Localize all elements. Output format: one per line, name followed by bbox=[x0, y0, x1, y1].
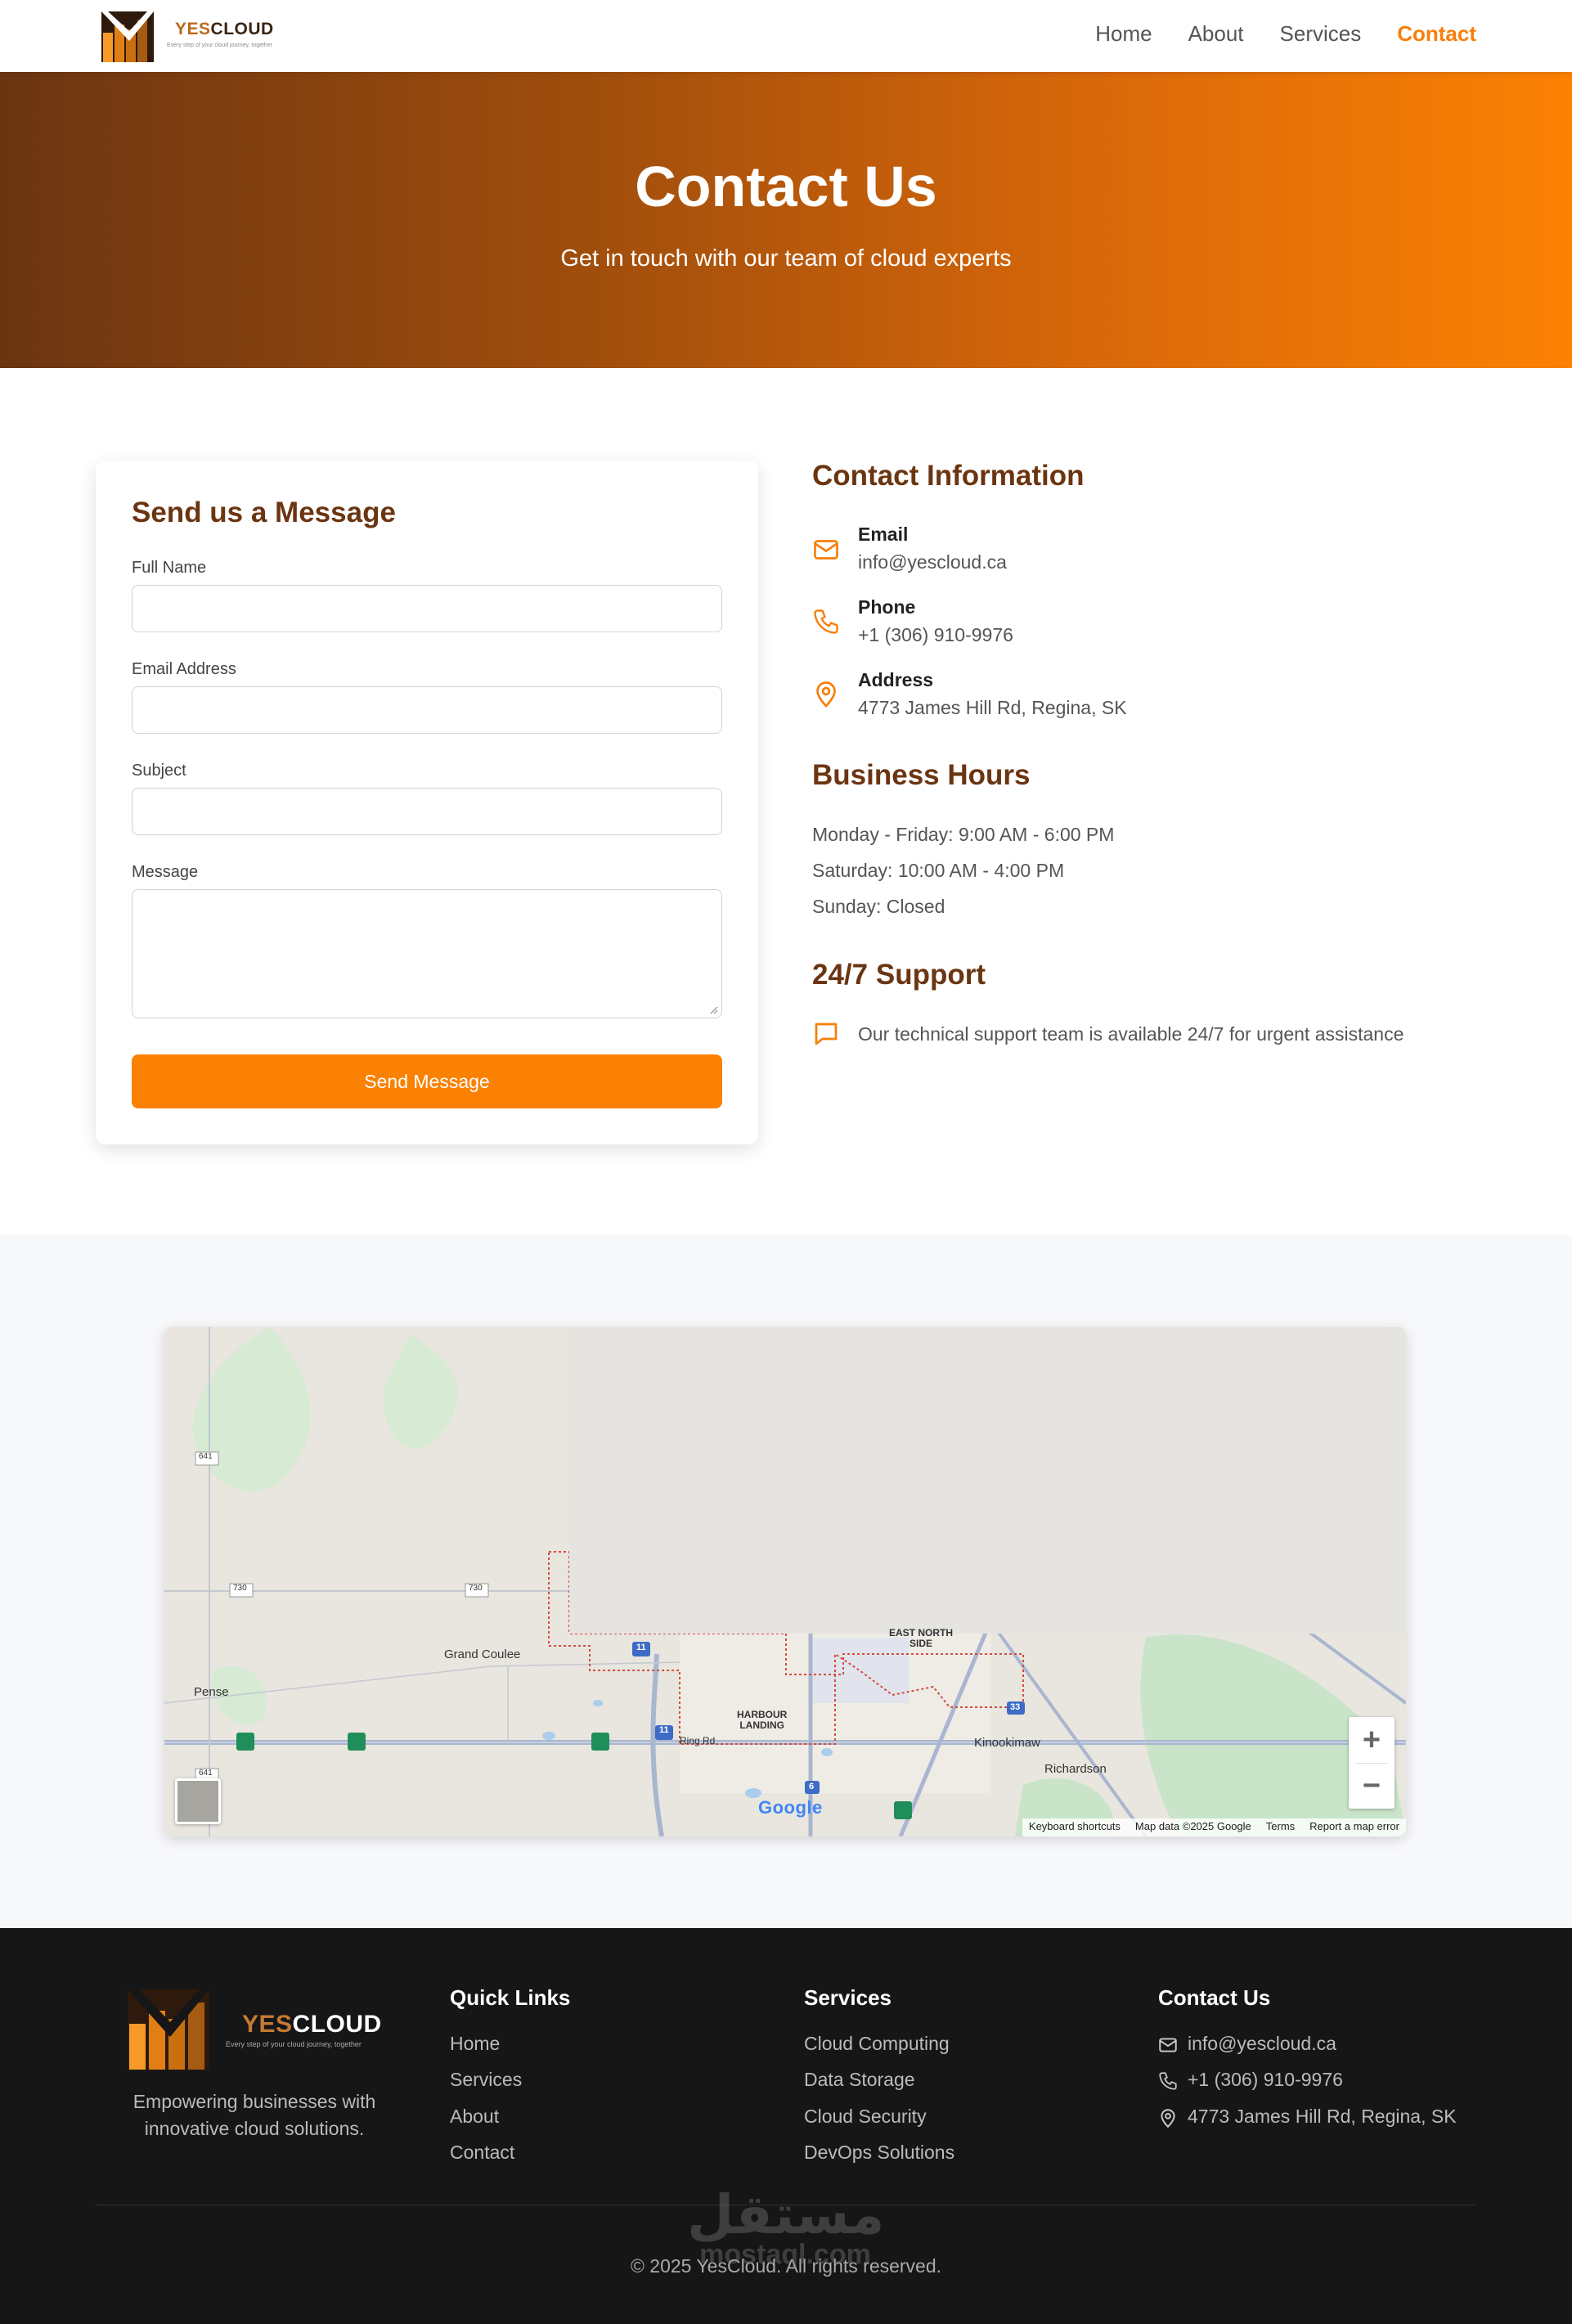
map-attribution: Keyboard shortcuts Map data ©2025 Google… bbox=[1022, 1818, 1406, 1836]
footer-link-services[interactable]: Services bbox=[450, 2069, 522, 2091]
footer-link-about[interactable]: About bbox=[450, 2106, 499, 2128]
nav-link-home[interactable]: Home bbox=[1095, 21, 1152, 47]
mail-icon bbox=[814, 540, 838, 560]
hours-saturday: Saturday: 10:00 AM - 4:00 PM bbox=[812, 860, 1065, 881]
phone-icon bbox=[1159, 2072, 1177, 2090]
full-name-input[interactable] bbox=[132, 585, 722, 632]
place-label-east-north-side: EAST NORTH SIDE bbox=[889, 1627, 953, 1649]
quick-links-heading: Quick Links bbox=[450, 1985, 571, 2010]
footer-service-cloud-computing[interactable]: Cloud Computing bbox=[804, 2033, 950, 2055]
message-textarea[interactable] bbox=[132, 889, 722, 1018]
terms-link[interactable]: Terms bbox=[1266, 1820, 1295, 1835]
zoom-in-button[interactable]: + bbox=[1349, 1717, 1395, 1763]
map-data-credit: Map data ©2025 Google bbox=[1134, 1820, 1251, 1832]
zoom-controls: + − bbox=[1349, 1717, 1395, 1809]
footer-service-data-storage[interactable]: Data Storage bbox=[804, 2069, 915, 2091]
footer-email[interactable]: info@yescloud.ca bbox=[1188, 2033, 1336, 2055]
services-heading: Services bbox=[804, 1985, 892, 2010]
phone-title: Phone bbox=[858, 596, 916, 618]
mostaql-watermark: مستقل mostaql.com bbox=[687, 2183, 885, 2270]
logo-mark-icon bbox=[128, 1989, 209, 2070]
place-label-richardson: Richardson bbox=[1044, 1762, 1107, 1776]
chat-icon bbox=[815, 1023, 838, 1045]
map-layer-toggle[interactable] bbox=[175, 1778, 221, 1824]
brand-wordmark: YESCLOUD bbox=[175, 20, 274, 38]
route-label: 11 bbox=[659, 1725, 669, 1735]
subject-input[interactable] bbox=[132, 788, 722, 835]
nav-link-services[interactable]: Services bbox=[1280, 21, 1362, 47]
footer-phone[interactable]: +1 (306) 910-9976 bbox=[1188, 2069, 1343, 2091]
map-loading-tile bbox=[569, 1327, 1406, 1634]
site-footer: YESCLOUD Every step of your cloud journe… bbox=[0, 1928, 1572, 2324]
footer-tagline: Empowering businesses with innovative cl… bbox=[132, 2091, 376, 2139]
watermark-latin: mostaql.com bbox=[699, 2239, 871, 2270]
message-label: Message bbox=[132, 863, 199, 881]
form-heading: Send us a Message bbox=[132, 497, 396, 528]
contact-info-heading: Contact Information bbox=[812, 460, 1085, 492]
email-input[interactable] bbox=[132, 686, 722, 734]
footer-link-home[interactable]: Home bbox=[450, 2033, 500, 2055]
support-heading: 24/7 Support bbox=[812, 959, 986, 991]
road-label-ring-rd: Ring Rd bbox=[680, 1735, 716, 1746]
google-logo-text: Google bbox=[758, 1797, 823, 1818]
map-pin-icon bbox=[816, 681, 836, 708]
address-title: Address bbox=[858, 669, 934, 690]
footer-brand-tagline: Every step of your cloud journey, togeth… bbox=[226, 2040, 362, 2048]
hero-banner: Contact Us Get in touch with our team of… bbox=[0, 72, 1572, 368]
report-map-error-link[interactable]: Report a map error bbox=[1309, 1820, 1399, 1835]
mail-icon bbox=[1159, 2038, 1177, 2052]
place-label-grand-coulee: Grand Coulee bbox=[444, 1647, 521, 1661]
nav-link-contact[interactable]: Contact bbox=[1397, 21, 1476, 47]
map-pin-icon bbox=[1161, 2109, 1175, 2128]
contact-form-card: Send us a Message Full Name Email Addres… bbox=[96, 461, 758, 1144]
place-label-harbour-landing: HARBOUR LANDING bbox=[737, 1709, 788, 1731]
phone-value[interactable]: +1 (306) 910-9976 bbox=[858, 624, 1013, 646]
business-hours-heading: Business Hours bbox=[812, 759, 1031, 791]
phone-icon bbox=[814, 609, 838, 634]
footer-address: 4773 James Hill Rd, Regina, SK bbox=[1188, 2106, 1457, 2127]
place-label-kinookimaw: Kinookimaw bbox=[974, 1736, 1040, 1750]
nav-links: Home About Services Contact bbox=[1095, 21, 1476, 47]
email-title: Email bbox=[858, 524, 909, 545]
route-label: 6 bbox=[809, 1782, 815, 1791]
route-label: 641 bbox=[199, 1452, 213, 1461]
route-label: 730 bbox=[233, 1584, 247, 1593]
watermark-arabic: مستقل bbox=[687, 2183, 885, 2246]
footer-service-cloud-security[interactable]: Cloud Security bbox=[804, 2106, 927, 2128]
keyboard-shortcuts-link[interactable]: Keyboard shortcuts bbox=[1029, 1820, 1121, 1835]
hours-weekdays: Monday - Friday: 9:00 AM - 6:00 PM bbox=[812, 824, 1115, 845]
footer-logo[interactable]: YESCLOUD Every step of your cloud journe… bbox=[124, 1986, 386, 2076]
footer-service-devops[interactable]: DevOps Solutions bbox=[804, 2142, 954, 2164]
footer-wordmark: YESCLOUD bbox=[242, 2011, 382, 2038]
location-map[interactable]: 641 730 730 11 11 6 33 641 Grand Coulee … bbox=[164, 1327, 1406, 1836]
brand-logo[interactable]: YESCLOUD Every step of your cloud journe… bbox=[100, 8, 280, 64]
subject-label: Subject bbox=[132, 762, 186, 780]
page-title: Contact Us bbox=[635, 155, 937, 218]
address-value: 4773 James Hill Rd, Regina, SK bbox=[858, 697, 1127, 718]
google-logo: Google bbox=[758, 1797, 823, 1818]
route-label: 11 bbox=[636, 1643, 646, 1652]
route-label: 33 bbox=[1010, 1702, 1021, 1712]
email-label: Email Address bbox=[132, 660, 236, 678]
footer-link-contact[interactable]: Contact bbox=[450, 2142, 514, 2164]
top-navigation: YESCLOUD Every step of your cloud journe… bbox=[0, 0, 1572, 72]
page-subtitle: Get in touch with our team of cloud expe… bbox=[560, 245, 1012, 272]
route-label: 641 bbox=[199, 1769, 213, 1778]
footer-contact-heading: Contact Us bbox=[1158, 1985, 1271, 2010]
full-name-label: Full Name bbox=[132, 559, 207, 577]
hours-sunday: Sunday: Closed bbox=[812, 896, 945, 917]
zoom-out-button[interactable]: − bbox=[1349, 1763, 1395, 1809]
place-label-pense: Pense bbox=[194, 1685, 229, 1699]
support-text: Our technical support team is available … bbox=[858, 1023, 1404, 1045]
route-label: 730 bbox=[469, 1584, 483, 1593]
resize-grip-icon[interactable] bbox=[708, 1005, 718, 1014]
logo-mark-icon bbox=[101, 11, 154, 62]
send-message-button[interactable]: Send Message bbox=[132, 1054, 722, 1108]
email-value[interactable]: info@yescloud.ca bbox=[858, 551, 1007, 573]
brand-tagline: Every step of your cloud journey, togeth… bbox=[167, 43, 273, 48]
nav-link-about[interactable]: About bbox=[1188, 21, 1244, 47]
